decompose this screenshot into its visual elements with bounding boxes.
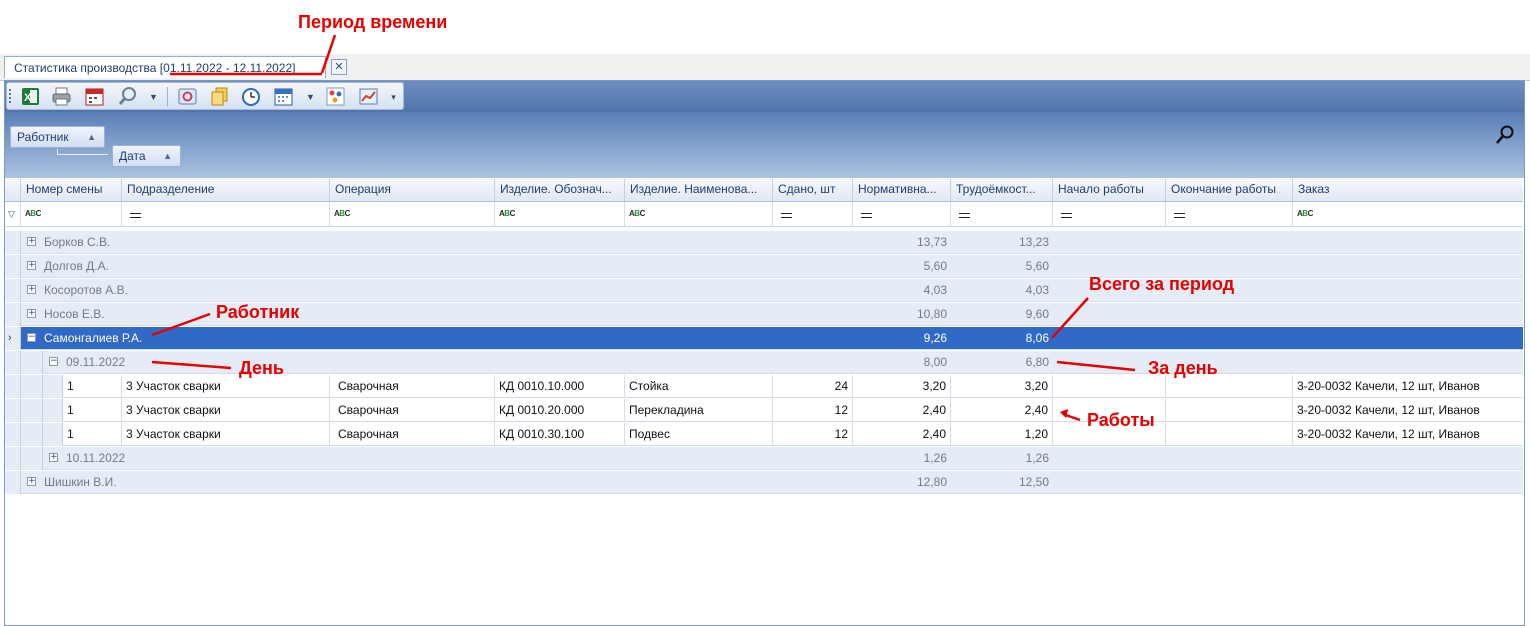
worker-pointer-line <box>151 312 211 337</box>
annotation-period: Период времени <box>298 12 448 32</box>
period-pointer-line <box>320 34 337 74</box>
annotation-per-day: За день <box>1148 358 1218 378</box>
day-pointer-line <box>151 360 232 370</box>
per-day-pointer-line <box>1056 360 1136 372</box>
annotation-jobs: Работы <box>1087 410 1155 430</box>
annotation-day: День <box>239 358 284 378</box>
total-pointer-line <box>1051 297 1089 339</box>
annotation-worker: Работник <box>216 302 300 322</box>
annotation-total: Всего за период <box>1089 274 1235 294</box>
